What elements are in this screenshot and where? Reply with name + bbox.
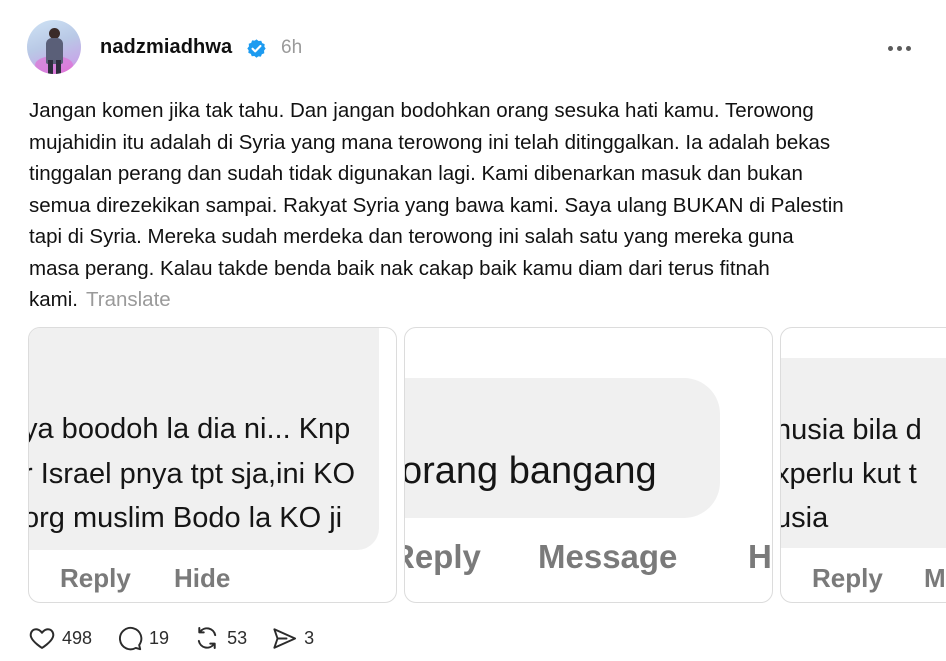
media-image-2[interactable]: orang bangang Reply Message H	[404, 327, 773, 603]
post-body: Jangan komen jika tak tahu. Dan jangan b…	[29, 95, 909, 316]
comment-text-line: xperlu kut t	[780, 458, 917, 490]
avatar-figure-leg	[56, 60, 61, 74]
post-text-line: semua direzekikan sampai. Rakyat Syria y…	[29, 193, 844, 217]
verified-badge-icon	[247, 39, 266, 58]
comment-icon	[119, 626, 143, 650]
post-text-line: tapi di Syria. Mereka sudah merdeka dan …	[29, 225, 794, 248]
repost-count: 53	[227, 627, 248, 648]
avatar-figure-leg	[48, 60, 53, 74]
post-action-bar: 498 19 53 3	[28, 624, 338, 652]
comment-text-line: nusia bila d	[780, 414, 922, 446]
comment-text-line: ya boodoh la dia ni... Knp	[28, 413, 351, 445]
post-text-line: kami.	[29, 288, 78, 311]
repost-button[interactable]: 53	[193, 624, 247, 652]
share-button[interactable]: 3	[271, 625, 314, 652]
comment-bubble	[405, 378, 720, 518]
avatar[interactable]	[27, 20, 81, 74]
username[interactable]: nadzmiadhwa	[100, 36, 232, 59]
translate-link[interactable]: Translate	[86, 288, 171, 311]
media-image-3[interactable]: nusia bila d xperlu kut t usia Reply M	[780, 327, 946, 603]
media-image-1[interactable]: ya boodoh la dia ni... Knp r Israel pnya…	[28, 327, 397, 603]
reply-label: Reply	[405, 538, 481, 575]
message-label: Message	[538, 538, 678, 575]
repost-icon	[197, 626, 217, 650]
comment-text-line: r Israel pnya tpt sja,ini KO	[28, 458, 356, 490]
share-count: 3	[304, 627, 315, 648]
comment-text-line: org muslim Bodo la KO ji	[28, 502, 343, 534]
post-text-line: Jangan komen jika tak tahu. Dan jangan b…	[29, 99, 814, 122]
more-options-icon[interactable]	[884, 38, 914, 58]
comment-count: 19	[149, 627, 170, 648]
comment-button[interactable]: 19	[116, 625, 169, 652]
post-text-line: tinggalan perang dan sudah tidak digunak…	[29, 162, 803, 185]
comment-text-line: usia	[780, 502, 829, 534]
reply-label: Reply	[60, 563, 131, 593]
post-text-line: mujahidin itu adalah di Syria yang mana …	[29, 130, 831, 154]
reply-label: Reply	[812, 563, 883, 593]
hide-label-partial: H	[748, 538, 772, 575]
hide-label: Hide	[174, 563, 231, 593]
send-icon	[273, 627, 297, 649]
like-count: 498	[62, 627, 93, 648]
post-text-line: masa perang. Kalau takde benda baik nak …	[29, 256, 770, 280]
post-timestamp: 6h	[281, 37, 303, 58]
message-label-partial: M	[924, 563, 946, 593]
comment-text-line: orang bangang	[404, 450, 657, 492]
like-button[interactable]: 498	[28, 624, 92, 652]
heart-icon	[29, 628, 55, 649]
